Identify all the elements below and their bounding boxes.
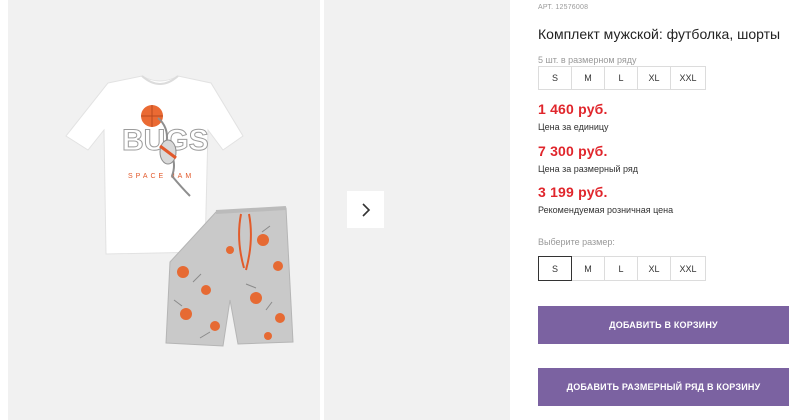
retail-price: 3 199 руб. [538,184,608,200]
pack-size-m: M [571,66,605,90]
size-picker: S M L XL XXL [538,256,706,281]
size-option-l[interactable]: L [604,256,638,281]
chevron-right-icon [361,202,370,217]
unit-price-label: Цена за единицу [538,122,609,132]
size-option-xl[interactable]: XL [637,256,671,281]
article-number: АРТ. 12576008 [538,4,589,11]
pack-size-s: S [538,66,572,90]
retail-price-label: Рекомендуемая розничная цена [538,205,674,215]
pack-price: 7 300 руб. [538,143,608,159]
product-info: АРТ. 12576008 Комплект мужской: футболка… [538,0,800,420]
product-title: Комплект мужской: футболка, шорты [538,26,781,42]
product-image[interactable]: BUGS SPACE JAM [8,0,320,420]
page-edge [0,0,8,420]
svg-text:SPACE JAM: SPACE JAM [128,173,194,180]
size-option-m[interactable]: M [571,256,605,281]
unit-price: 1 460 руб. [538,101,608,117]
pack-price-label: Цена за размерный ряд [538,164,639,174]
pack-size-xl: XL [637,66,671,90]
size-option-xxl[interactable]: XXL [670,256,706,281]
choose-size-label: Выберите размер: [538,237,615,247]
pack-size-xxl: XXL [670,66,706,90]
add-pack-to-cart-button[interactable]: ДОБАВИТЬ РАЗМЕРНЫЙ РЯД В КОРЗИНУ [538,368,789,406]
product-photo: BUGS SPACE JAM [65,75,294,347]
pack-size-l: L [604,66,638,90]
add-to-cart-button[interactable]: ДОБАВИТЬ В КОРЗИНУ [538,306,789,344]
pack-size-label: 5 шт. в размерном ряду [538,55,637,65]
size-option-s[interactable]: S [538,256,572,281]
next-image-button[interactable] [347,191,384,228]
pack-sizes: S M L XL XXL [538,66,706,90]
